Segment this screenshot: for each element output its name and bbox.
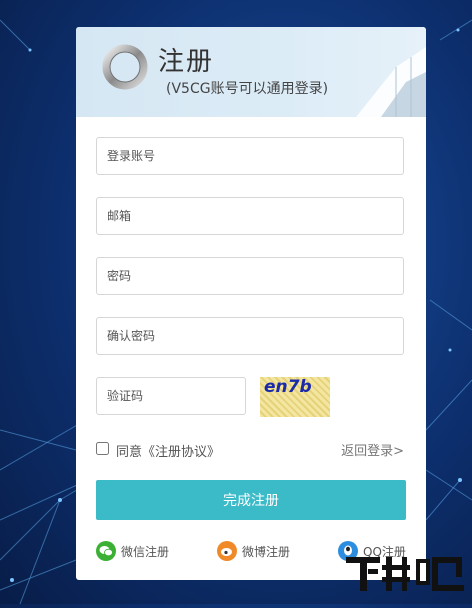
watermark-logo — [336, 545, 472, 604]
register-card: 注册 (V5CG账号可以通用登录) en7b 同意《注册协议》 返回登录> 完成… — [76, 27, 426, 580]
agree-checkbox[interactable] — [96, 442, 109, 455]
card-header: 注册 (V5CG账号可以通用登录) — [76, 27, 426, 117]
page-subtitle: (V5CG账号可以通用登录) — [166, 81, 329, 97]
wechat-register[interactable]: 微信注册 — [96, 541, 169, 561]
logo-icon — [102, 44, 148, 90]
captcha-text: en7b — [264, 377, 312, 397]
captcha-input[interactable] — [96, 377, 246, 415]
wechat-icon — [96, 541, 116, 561]
captcha-image[interactable]: en7b — [260, 377, 330, 417]
building-decoration — [356, 47, 426, 117]
wechat-register-label: 微信注册 — [121, 544, 170, 559]
account-input[interactable] — [96, 137, 404, 175]
agree-label[interactable]: 同意《注册协议》 — [116, 441, 220, 460]
page-title: 注册 — [158, 47, 215, 77]
weibo-icon — [217, 541, 237, 561]
password-input[interactable] — [96, 257, 404, 295]
watermark-graphic — [346, 557, 464, 591]
submit-button[interactable]: 完成注册 — [96, 480, 406, 520]
back-to-login-link[interactable]: 返回登录> — [341, 440, 404, 459]
confirm-password-input[interactable] — [96, 317, 404, 355]
weibo-register-label: 微博注册 — [242, 544, 291, 559]
weibo-register[interactable]: 微博注册 — [217, 541, 290, 561]
email-input[interactable] — [96, 197, 404, 235]
